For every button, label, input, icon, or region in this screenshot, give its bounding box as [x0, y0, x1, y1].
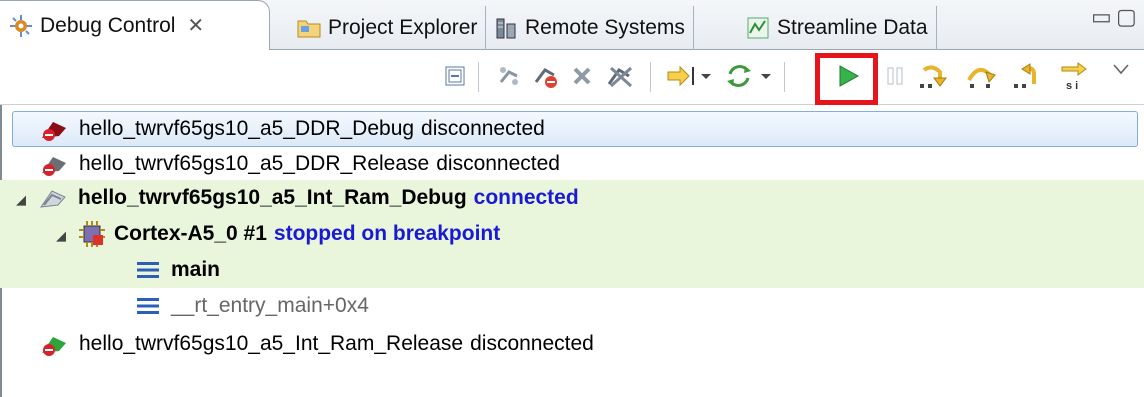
tree-row-stack-frame-rt-entry[interactable]: __rt_entry_main+0x4 — [0, 288, 1144, 324]
tab-streamline-data[interactable]: Streamline Data — [737, 6, 937, 50]
connect-icon[interactable] — [494, 59, 524, 93]
tree-row-ddr-release[interactable]: hello_twrvf65gs10_a5_DDR_Release disconn… — [12, 146, 1144, 182]
refresh-icon[interactable] — [722, 59, 774, 93]
expanded-arrow-icon[interactable]: ◢ — [12, 192, 30, 208]
tab-label: Debug Control — [40, 13, 176, 37]
tab-debug-control[interactable]: Debug Control ✕ — [0, 0, 270, 50]
tab-remote-systems[interactable]: Remote Systems — [485, 6, 694, 50]
remote-systems-icon — [493, 15, 519, 41]
toolbar-separator — [784, 62, 785, 92]
view-menu-icon[interactable] — [1108, 52, 1134, 86]
target-disconnected-icon — [39, 331, 69, 357]
step-instruction-icon[interactable]: s i — [1058, 59, 1092, 93]
connection-name: hello_twrvf65gs10_a5_DDR_Release — [79, 152, 430, 175]
expanded-arrow-icon[interactable]: ◢ — [52, 228, 70, 244]
target-disconnected-icon — [39, 116, 69, 142]
core-status: stopped on breakpoint — [273, 222, 501, 245]
tree-row-ddr-debug[interactable]: hello_twrvf65gs10_a5_DDR_Debug disconnec… — [12, 111, 1138, 147]
maximize-icon[interactable]: ▢ — [1116, 4, 1137, 30]
core-chip-icon — [78, 220, 106, 248]
step-out-icon[interactable] — [1010, 59, 1050, 93]
step-into-source-icon[interactable] — [664, 59, 714, 93]
toolbar-separator — [478, 62, 479, 92]
stack-frame-name: main — [171, 258, 221, 281]
target-connected-icon — [38, 185, 68, 211]
connection-status: connected — [473, 186, 579, 209]
connection-status: disconnected — [436, 152, 560, 175]
step-over-icon[interactable] — [962, 59, 1000, 93]
delete-connection-icon[interactable] — [568, 59, 596, 93]
step-into-icon[interactable] — [916, 59, 954, 93]
close-tab-icon[interactable]: ✕ — [187, 13, 204, 38]
project-folder-icon — [296, 15, 322, 41]
tab-label: Project Explorer — [328, 16, 478, 39]
tree-row-stack-frame-main[interactable]: main — [0, 252, 1144, 288]
pause-icon[interactable] — [882, 59, 908, 93]
collapse-all-icon[interactable] — [442, 59, 468, 93]
core-name: Cortex-A5_0 #1 — [114, 222, 267, 245]
tree-row-int-ram-debug[interactable]: ◢ hello_twrvf65gs10_a5_Int_Ram_Debug con… — [0, 180, 1144, 216]
streamline-data-icon — [745, 15, 771, 41]
tab-label: Streamline Data — [777, 16, 928, 39]
minimize-icon[interactable]: ▭ — [1091, 4, 1112, 30]
connection-name: hello_twrvf65gs10_a5_Int_Ram_Release — [79, 332, 464, 355]
stack-frame-icon — [137, 261, 159, 279]
connection-status: disconnected — [470, 332, 594, 355]
disconnect-all-icon[interactable] — [604, 59, 638, 93]
debug-control-icon — [8, 13, 34, 39]
debug-connections-tree: hello_twrvf65gs10_a5_DDR_Debug disconnec… — [0, 107, 1144, 397]
toolbar-separator — [650, 62, 651, 92]
target-disconnected-icon — [39, 151, 69, 177]
stack-frame-icon — [137, 297, 159, 315]
svg-text:s i: s i — [1066, 80, 1078, 91]
view-tab-bar: Debug Control ✕ Project Explorer Remote … — [0, 0, 1144, 50]
tab-label: Remote Systems — [525, 16, 685, 39]
connection-name: hello_twrvf65gs10_a5_Int_Ram_Debug — [78, 186, 467, 209]
continue-button-highlight — [815, 53, 878, 105]
tab-project-explorer[interactable]: Project Explorer — [288, 6, 487, 50]
tree-row-int-ram-release[interactable]: hello_twrvf65gs10_a5_Int_Ram_Release dis… — [12, 326, 1144, 362]
connection-name: hello_twrvf65gs10_a5_DDR_Debug — [79, 117, 415, 140]
connection-status: disconnected — [421, 117, 545, 140]
tree-row-cortex-a5-core[interactable]: ◢ Cortex-A5_0 #1 stopped on breakpoint — [0, 216, 1144, 252]
disconnect-icon[interactable] — [530, 59, 562, 93]
stack-frame-name: __rt_entry_main+0x4 — [171, 294, 369, 317]
debug-toolbar: s i — [0, 50, 1144, 105]
